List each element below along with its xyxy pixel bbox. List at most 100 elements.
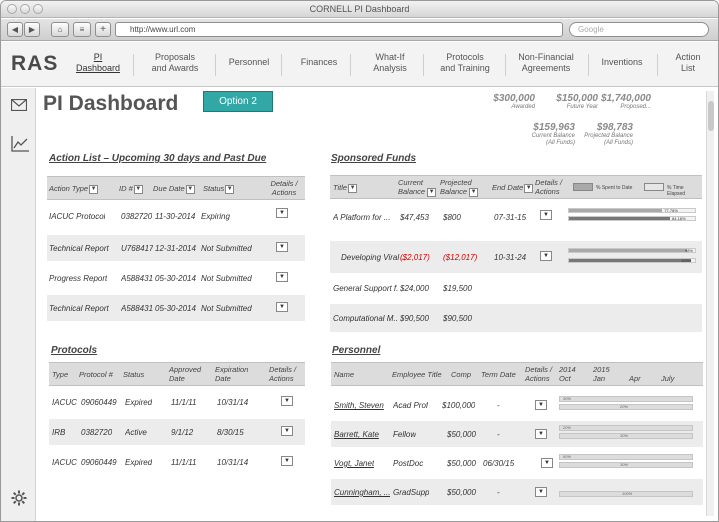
sort-dropdown-icon[interactable]: ▼: [469, 187, 479, 197]
nav-item-2[interactable]: Personnel: [226, 57, 272, 68]
page-title: PI Dashboard: [43, 92, 179, 115]
table-cell: 11/1/11: [171, 398, 197, 407]
timeline-bar-label: 20%: [563, 425, 572, 430]
browser-toolbar: ◀ ▶ ⌂ ≡ + http://www.url.com Google: [1, 19, 718, 41]
table-cell: -: [497, 401, 500, 410]
column-header[interactable]: Title ▼: [333, 183, 358, 193]
personnel-title: Personnel: [332, 345, 381, 356]
chart-icon[interactable]: [11, 136, 29, 156]
column-header[interactable]: Current Balance ▼: [398, 178, 437, 197]
nav-item-4[interactable]: What-If Analysis: [366, 52, 414, 74]
nav-separator: [505, 54, 506, 76]
details-dropdown[interactable]: ▼: [281, 396, 293, 406]
sort-dropdown-icon[interactable]: ▼: [225, 184, 235, 194]
details-dropdown[interactable]: ▼: [281, 426, 293, 436]
nav-item-1[interactable]: Proposals and Awards: [144, 52, 206, 74]
table-cell[interactable]: A Platform for ...: [333, 213, 391, 222]
nav-item-7[interactable]: Inventions: [597, 57, 647, 68]
table-cell: $800: [443, 213, 461, 222]
table-cell: 11/1/11: [171, 458, 197, 467]
forward-button[interactable]: ▶: [24, 22, 40, 37]
action-list-title: Action List – Upcoming 30 days and Past …: [49, 153, 267, 164]
url-input[interactable]: http://www.url.com: [115, 22, 563, 37]
reader-button[interactable]: ≡: [73, 22, 91, 37]
table-cell[interactable]: Computational M...: [333, 314, 398, 323]
reader-icon: ≡: [79, 25, 85, 34]
table-cell: $50,000: [447, 488, 476, 497]
chevron-down-icon: ▼: [279, 304, 285, 310]
column-header[interactable]: Status ▼: [203, 184, 235, 194]
sort-dropdown-icon[interactable]: ▼: [348, 183, 358, 193]
timeline-bar-label: 20%: [620, 404, 629, 409]
timeline-bar-label: 30%: [563, 396, 572, 401]
details-dropdown[interactable]: ▼: [540, 210, 552, 220]
details-dropdown[interactable]: ▼: [535, 487, 547, 497]
option-2-button[interactable]: Option 2: [203, 91, 273, 112]
details-dropdown[interactable]: ▼: [276, 272, 288, 282]
table-cell: 10-31-24: [494, 253, 527, 262]
vertical-scrollbar[interactable]: [706, 91, 714, 516]
add-tab-button[interactable]: +: [95, 22, 111, 37]
sort-dropdown-icon[interactable]: ▼: [524, 183, 534, 193]
timeline-bar: 20%: [559, 425, 693, 431]
sort-dropdown-icon[interactable]: ▼: [185, 184, 195, 194]
sort-dropdown-icon[interactable]: ▼: [427, 187, 437, 197]
stat-value: $98,783: [596, 122, 633, 133]
mail-icon[interactable]: [10, 98, 28, 115]
column-header[interactable]: End Date ▼: [492, 183, 534, 193]
details-dropdown[interactable]: ▼: [541, 458, 553, 468]
details-dropdown[interactable]: ▼: [281, 456, 293, 466]
column-header: Employee Title: [392, 370, 442, 379]
column-header[interactable]: ID # ▼: [119, 184, 143, 194]
action-list-header: Action Type ▼ ID # ▼ Due Date ▼ Status ▼ Details…: [47, 176, 305, 200]
protocols-table: Type Protocol # Status Approved Date Expirati…: [49, 362, 305, 474]
sort-dropdown-icon[interactable]: ▼: [133, 184, 143, 194]
details-dropdown[interactable]: ▼: [276, 208, 288, 218]
person-name-link[interactable]: Smith, Steven: [334, 401, 384, 410]
nav-item-5[interactable]: Protocols and Training: [434, 52, 496, 74]
table-cell: 05-30-2014: [155, 304, 196, 313]
sort-dropdown-icon[interactable]: ▼: [89, 184, 99, 194]
timeline-bar: 30%: [559, 433, 693, 439]
details-dropdown[interactable]: ▼: [276, 302, 288, 312]
person-name-link[interactable]: Cunningham, ...: [334, 488, 390, 497]
spent-bar-fill: [569, 249, 687, 252]
chevron-down-icon: ▼: [543, 253, 549, 259]
details-dropdown[interactable]: ▼: [540, 251, 552, 261]
person-name-link[interactable]: Barrett, Kate: [334, 430, 379, 439]
person-name-link[interactable]: Vogt, Janet: [334, 459, 374, 468]
column-header[interactable]: Due Date ▼: [153, 184, 195, 194]
column-header[interactable]: Projected Balance ▼: [440, 178, 479, 197]
gear-icon[interactable]: [11, 490, 27, 510]
details-dropdown[interactable]: ▼: [535, 429, 547, 439]
table-cell: PostDoc: [393, 459, 424, 468]
nav-item-6[interactable]: Non-Financial Agreements: [514, 52, 578, 74]
table-cell[interactable]: Developing Viral ...: [341, 253, 406, 262]
timeline-bar-label: 100%: [622, 491, 633, 496]
column-header[interactable]: Action Type ▼: [49, 184, 99, 194]
nav-separator: [215, 54, 216, 76]
nav-item-3[interactable]: Finances: [297, 57, 341, 68]
timeline-bar: 50%: [559, 454, 693, 460]
search-input[interactable]: Google: [569, 22, 709, 37]
column-header-label: Status: [203, 184, 225, 193]
nav-separator: [423, 54, 424, 76]
table-row: Cunningham, ... GradSupp $50,000 - ▼ 100%: [331, 479, 703, 505]
home-button[interactable]: ⌂: [51, 22, 69, 37]
details-dropdown[interactable]: ▼: [535, 400, 547, 410]
table-row: Barrett, Kate Fellow $50,000 - ▼ 20% 30%: [331, 421, 703, 447]
table-cell: Expired: [125, 398, 153, 407]
timeline-label: July: [661, 374, 675, 383]
column-header[interactable]: Details / Actions: [535, 178, 562, 196]
table-cell[interactable]: General Support f...: [333, 284, 398, 293]
details-dropdown[interactable]: ▼: [276, 242, 288, 252]
elapsed-bar-label: 84.18%: [672, 216, 686, 221]
nav-item-0[interactable]: PI Dashboard: [74, 52, 122, 74]
column-header: Details / Actions: [269, 365, 297, 383]
table-cell: $90,500: [443, 314, 472, 323]
nav-item-8[interactable]: Action List: [671, 52, 705, 74]
back-button[interactable]: ◀: [7, 22, 23, 37]
scrollbar-thumb[interactable]: [708, 101, 714, 131]
timeline-label: 2015 Jan: [593, 365, 610, 383]
table-cell: Active: [125, 428, 147, 437]
